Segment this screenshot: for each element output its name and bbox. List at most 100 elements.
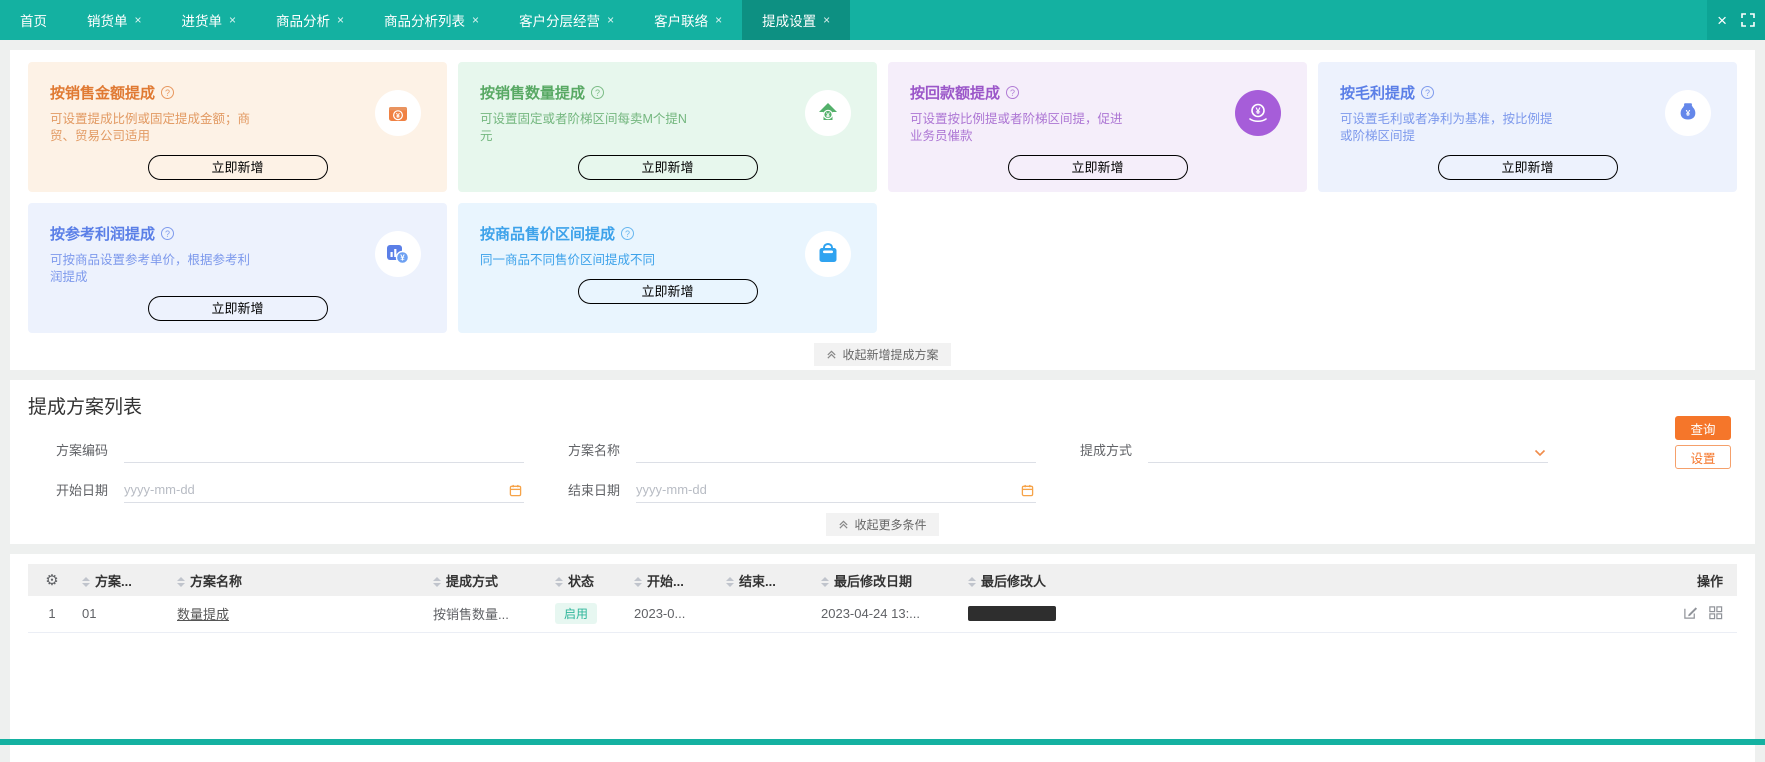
start-date-label: 开始日期 [56, 483, 109, 498]
header-status[interactable]: 状态 [568, 574, 594, 589]
status-badge: 启用 [555, 603, 598, 625]
collapse-new-commission-plans[interactable]: 收起新增提成方案 [814, 343, 951, 366]
help-icon[interactable]: ? [161, 86, 175, 99]
add-now-button[interactable]: 立即新增 [1007, 155, 1188, 180]
card-title: 按回款额提成? [910, 82, 1285, 103]
plan-name-input[interactable] [636, 442, 1037, 457]
plan-name-label: 方案名称 [568, 443, 621, 458]
sort-icon[interactable] [968, 577, 976, 588]
table-row[interactable]: 1 01 数量提成 按销售数量... 启用 2023-0... 2023-04-… [28, 596, 1737, 633]
header-modified-date[interactable]: 最后修改日期 [834, 574, 912, 589]
card-title-text: 按参考利润提成 [50, 226, 156, 243]
plan-table-panel: ⚙ 方案... 方案名称 提成方式 状态 开始... 结束... 最后修改日期 … [10, 554, 1755, 762]
add-now-button[interactable]: 立即新增 [577, 155, 758, 180]
edit-icon[interactable] [1683, 605, 1698, 620]
fullscreen-icon[interactable] [1741, 13, 1755, 27]
card-title: 按毛利提成? [1340, 82, 1715, 103]
header-modified-by[interactable]: 最后修改人 [981, 574, 1046, 589]
plan-name-link[interactable]: 数量提成 [177, 607, 229, 622]
help-icon[interactable]: ? [621, 227, 635, 240]
bottom-scrollbar[interactable] [0, 739, 1765, 745]
commission-type-select[interactable] [1148, 437, 1549, 463]
search-button[interactable]: 查询 [1675, 416, 1731, 440]
cell-start-date: 2023-0... [628, 596, 720, 633]
add-now-button[interactable]: 立即新增 [147, 296, 328, 321]
plan-list-panel: 提成方案列表 方案编码 方案名称 提成方式 开始日期 yyyy-mm-dd 结束… [10, 380, 1755, 544]
sort-icon[interactable] [726, 577, 734, 588]
card-title-text: 按销售金额提成 [50, 85, 156, 102]
start-date-input[interactable] [124, 482, 525, 497]
collapse-more-conditions[interactable]: 收起更多条件 [826, 513, 939, 536]
chevron-down-icon[interactable] [1534, 449, 1546, 457]
tab-product-analysis-list[interactable]: 商品分析列表 × [364, 0, 499, 40]
close-tab-icon[interactable]: × [337, 13, 344, 27]
sort-icon[interactable] [433, 577, 441, 588]
add-now-button[interactable]: 立即新增 [147, 155, 328, 180]
close-tab-icon[interactable]: × [823, 13, 830, 27]
card-price-range-commission: 按商品售价区间提成? 同一商品不同售价区间提成不同 立即新增 [458, 203, 877, 333]
money-bag-icon: ¥ [1665, 90, 1711, 136]
close-tab-icon[interactable]: × [607, 13, 614, 27]
tab-customer-contact[interactable]: 客户联络 × [634, 0, 742, 40]
arrow-up-yuan-icon: ¥ [805, 90, 851, 136]
sort-icon[interactable] [555, 577, 563, 588]
card-gross-profit-commission: 按毛利提成? 可设置毛利或者净利为基准，按比例提或阶梯区间提 ¥ 立即新增 [1318, 62, 1737, 192]
card-title-text: 按毛利提成 [1340, 85, 1416, 102]
tab-purchase-order[interactable]: 进货单 × [162, 0, 257, 40]
add-now-button[interactable]: 立即新增 [577, 279, 758, 304]
card-title: 按销售数量提成? [480, 82, 855, 103]
related-lookup-icon[interactable] [1708, 605, 1723, 620]
sort-icon[interactable] [177, 577, 185, 588]
help-icon[interactable]: ? [591, 86, 605, 99]
tab-label: 销货单 [87, 14, 128, 29]
money-chest-icon: ¥ [375, 90, 421, 136]
cell-modified-date: 2023-04-24 13:... [815, 596, 962, 633]
close-tab-icon[interactable]: × [472, 13, 479, 27]
column-settings-gear-icon[interactable]: ⚙ [45, 572, 58, 589]
filter-row-2: 开始日期 结束日期 [28, 477, 1737, 503]
tab-sales-order[interactable]: 销货单 × [67, 0, 162, 40]
card-description: 可设置固定或者阶梯区间每卖M个提N元 [480, 112, 687, 143]
tab-product-analysis[interactable]: 商品分析 × [256, 0, 364, 40]
calendar-icon[interactable] [509, 484, 522, 497]
tabbar-controls: × [1707, 0, 1765, 40]
chevron-double-up-icon [839, 520, 849, 529]
commission-type-label: 提成方式 [1080, 443, 1133, 458]
header-end-date[interactable]: 结束... [739, 574, 776, 589]
card-description: 可设置提成比例或固定提成金额；商贸、贸易公司适用 [50, 112, 251, 143]
card-title-text: 按回款额提成 [910, 85, 1001, 102]
svg-text:¥: ¥ [826, 112, 830, 119]
add-now-button[interactable]: 立即新增 [1437, 155, 1618, 180]
card-title: 按商品售价区间提成? [480, 223, 855, 244]
close-tab-icon[interactable]: × [229, 13, 236, 27]
plan-code-input[interactable] [124, 442, 525, 457]
close-tab-icon[interactable]: × [715, 13, 722, 27]
card-title: 按销售金额提成? [50, 82, 425, 103]
header-plan-name[interactable]: 方案名称 [190, 574, 242, 589]
sort-icon[interactable] [82, 577, 90, 588]
calendar-icon[interactable] [1021, 484, 1034, 497]
row-index: 1 [28, 596, 76, 633]
plan-name-field: 方案名称 [568, 437, 1037, 463]
close-all-icon[interactable]: × [1717, 12, 1727, 29]
tab-label: 首页 [20, 14, 47, 29]
help-icon[interactable]: ? [1006, 86, 1020, 99]
sort-icon[interactable] [821, 577, 829, 588]
redacted-modified-by [968, 606, 1056, 622]
tab-commission-settings[interactable]: 提成设置 × [742, 0, 851, 40]
tab-home[interactable]: 首页 [0, 0, 67, 40]
help-icon[interactable]: ? [1421, 86, 1435, 99]
sort-icon[interactable] [634, 577, 642, 588]
help-icon[interactable]: ? [161, 227, 175, 240]
header-plan-code[interactable]: 方案... [95, 574, 132, 589]
header-commission-type[interactable]: 提成方式 [446, 574, 498, 589]
tab-customer-tiering[interactable]: 客户分层经营 × [499, 0, 634, 40]
end-date-field: 结束日期 [568, 477, 1037, 503]
end-date-input[interactable] [636, 482, 1037, 497]
header-start-date[interactable]: 开始... [647, 574, 684, 589]
commission-type-field: 提成方式 [1080, 437, 1549, 463]
tab-label: 商品分析 [276, 14, 331, 29]
settings-button[interactable]: 设置 [1675, 445, 1731, 469]
tab-label: 客户分层经营 [519, 14, 601, 29]
close-tab-icon[interactable]: × [135, 13, 142, 27]
